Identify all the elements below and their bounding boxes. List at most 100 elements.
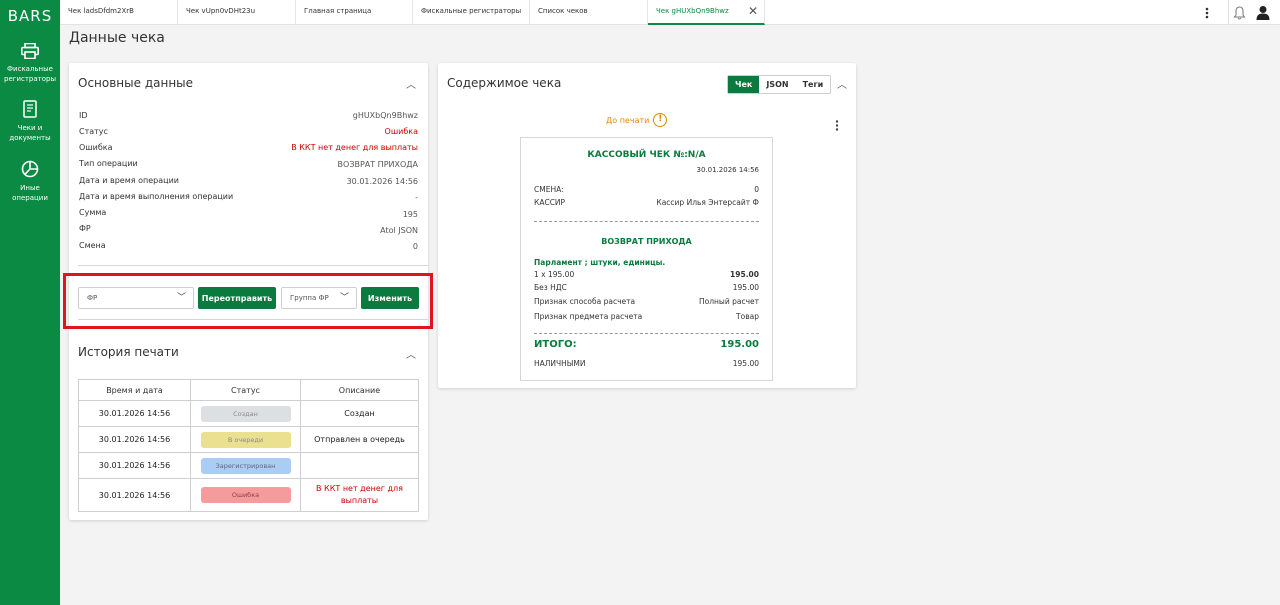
sidebar-item-other-operations[interactable]: Иные операции	[0, 160, 60, 203]
label: Признак способа расчета	[534, 297, 636, 306]
value: 195.00	[732, 283, 759, 292]
history-title: История печати	[78, 345, 179, 359]
sidebar-item-fiscal-registrators[interactable]: Фискальные регистраторы	[0, 43, 60, 84]
row-label: ID	[79, 111, 88, 120]
row-value: 0	[412, 242, 418, 251]
status-badge: Зарегистрирован	[200, 457, 291, 474]
table-row: 30.01.2026 14:56 Создан Создан	[78, 400, 419, 427]
tab-label: Главная страница	[304, 7, 372, 15]
row-label: Дата и время операции	[79, 176, 179, 185]
chevron-up-icon[interactable]: ︿	[406, 346, 416, 361]
column-header: Время и дата	[78, 379, 191, 401]
more-vertical-icon[interactable]	[835, 116, 839, 135]
row-label: ФР	[79, 224, 91, 233]
tab-label: Список чеков	[538, 7, 588, 15]
value: 195.00	[730, 270, 759, 279]
label: КАССИР	[534, 198, 566, 207]
chevron-up-icon[interactable]: ︿	[837, 76, 847, 91]
status-cell: Ошибка	[190, 478, 301, 512]
tab-check-current[interactable]: Чек gHUXbQn9Bhwz ✕	[648, 0, 765, 25]
view-tab-check[interactable]: Чек	[728, 76, 760, 93]
receipt-subject: Признак предмета расчета Товар	[534, 312, 759, 321]
tab-label: Фискальные регистраторы	[421, 7, 522, 15]
receipt-vat: Без НДС 195.00	[534, 283, 759, 292]
sidebar: BARS Фискальные регистраторы Чеки и доку…	[0, 0, 60, 605]
warning-icon: !	[653, 113, 668, 127]
status-badge: Ошибка	[200, 487, 291, 503]
label: ИТОГО:	[534, 339, 577, 350]
column-header: Статус	[190, 379, 301, 401]
view-tab-tags[interactable]: Теги	[796, 76, 831, 93]
basic-data-title: Основные данные	[78, 76, 194, 90]
receipt-item-line: 1 x 195.00 195.00	[534, 270, 759, 279]
value: 195.00	[720, 339, 759, 350]
tab-check-2[interactable]: Чек vUpn0vDHt23u	[178, 0, 296, 25]
row-value: 30.01.2026 14:56	[346, 177, 418, 186]
tab-check-1[interactable]: Чек ladsDfdm2XrB	[60, 0, 178, 25]
time-cell: 30.01.2026 14:56	[78, 400, 191, 427]
divider	[78, 265, 428, 266]
row-value: gHUXbQn9Bhwz	[352, 111, 418, 120]
row-label: Сумма	[79, 208, 107, 217]
bell-icon[interactable]	[1228, 0, 1250, 25]
time-cell: 30.01.2026 14:56	[78, 478, 191, 512]
tab-bar: Чек ladsDfdm2XrB Чек vUpn0vDHt23u Главна…	[60, 0, 1280, 25]
table-row: 30.01.2026 14:56 Зарегистрирован	[78, 452, 419, 479]
pre-print-status: До печати !	[606, 113, 668, 127]
brand-logo: BARS	[7, 7, 53, 25]
label: НАЛИЧНЫМИ	[534, 359, 586, 368]
receipt-cash: НАЛИЧНЫМИ 195.00	[534, 359, 759, 368]
pie-chart-icon	[21, 160, 39, 178]
value: Кассир Илья Энтерсайт Ф	[656, 198, 759, 207]
tab-label: Чек vUpn0vDHt23u	[186, 7, 256, 15]
chevron-up-icon[interactable]: ︿	[406, 76, 416, 91]
tab-checks-list[interactable]: Список чеков	[530, 0, 648, 25]
time-cell: 30.01.2026 14:56	[78, 452, 191, 479]
receipt-title: КАССОВЫЙ ЧЕК №:N/A	[587, 150, 706, 160]
view-tab-json[interactable]: JSON	[759, 76, 795, 93]
highlight-frame	[63, 273, 433, 329]
status-badge: Создан	[200, 405, 291, 422]
sidebar-item-label: Чеки и документы	[9, 124, 51, 142]
value: Товар	[736, 312, 759, 321]
receipt-item-name: Парламент ; штуки, единицы.	[534, 258, 666, 267]
tab-main-page[interactable]: Главная страница	[296, 0, 413, 25]
receipt-shift: СМЕНА: 0	[534, 185, 759, 194]
value: 0	[754, 185, 759, 194]
receipt-preview: КАССОВЫЙ ЧЕК №:N/A 30.01.2026 14:56 СМЕН…	[520, 137, 773, 381]
sidebar-item-checks-docs[interactable]: Чеки и документы	[0, 100, 60, 143]
printer-icon	[21, 43, 39, 59]
table-row: 30.01.2026 14:56 Ошибка В ККТ нет денег …	[78, 478, 419, 512]
tab-fiscal-registrators[interactable]: Фискальные регистраторы	[413, 0, 530, 25]
label: СМЕНА:	[534, 185, 564, 194]
receipt-pay-method: Признак способа расчета Полный расчет	[534, 297, 759, 306]
value: 195.00	[732, 359, 759, 368]
more-vertical-icon[interactable]	[1200, 0, 1214, 25]
tab-label: Чек gHUXbQn9Bhwz	[656, 7, 729, 15]
label: Без НДС	[534, 283, 567, 292]
close-icon[interactable]: ✕	[748, 0, 758, 22]
row-label: Ошибка	[79, 143, 113, 152]
receipt-divider	[534, 221, 759, 222]
desc-cell: Отправлен в очередь	[300, 426, 419, 453]
page-title: Данные чека	[69, 30, 165, 46]
user-icon[interactable]	[1252, 0, 1274, 25]
status-cell: Зарегистрирован	[190, 452, 301, 479]
status-cell: Создан	[190, 400, 301, 427]
pre-print-label: До печати	[606, 115, 650, 125]
status-badge: В очереди	[200, 431, 291, 448]
sidebar-item-label: Фискальные регистраторы	[4, 65, 56, 83]
tab-label: Чек ladsDfdm2XrB	[68, 7, 134, 15]
desc-cell: В ККТ нет денег для выплаты	[300, 478, 419, 512]
receipt-content-title: Содержимое чека	[447, 76, 562, 90]
label: 1 x 195.00	[534, 270, 575, 279]
sidebar-item-label: Иные операции	[12, 184, 48, 202]
row-label: Смена	[79, 241, 106, 250]
row-value: -	[415, 193, 418, 202]
row-label: Тип операции	[79, 159, 138, 168]
value: Полный расчет	[699, 297, 759, 306]
table-row: 30.01.2026 14:56 В очереди Отправлен в о…	[78, 426, 419, 453]
receipt-operation: ВОЗВРАТ ПРИХОДА	[601, 237, 692, 246]
document-icon	[23, 100, 37, 118]
row-label: Дата и время выполнения операции	[79, 192, 234, 201]
